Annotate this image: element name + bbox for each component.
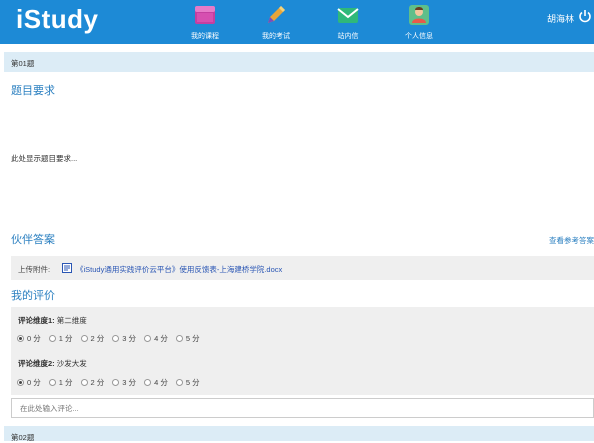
question-band: 第01题 [4,52,594,72]
score-label: 1 分 [58,334,73,343]
score-label: 5 分 [185,378,200,387]
dimension-name: 沙发大发 [56,359,87,368]
score-option[interactable]: 2 分 [80,377,105,388]
score-option[interactable]: 4 分 [144,333,168,344]
requirement-title: 题目要求 [11,85,55,97]
radio[interactable] [48,379,56,386]
radio-selected[interactable] [17,379,24,386]
score-option[interactable]: 0 分 [17,333,41,344]
radio[interactable] [144,335,152,342]
radio[interactable] [48,335,56,342]
view-reference-answer-link[interactable]: 查看参考答案 [549,235,594,246]
nav-label: 个人信息 [405,33,433,40]
nav-label: 我的考试 [262,33,290,40]
dimension-name: 第二维度 [56,316,87,325]
radio[interactable] [80,335,88,342]
attachment-label: 上传附件: [18,265,51,274]
score-option[interactable]: 5 分 [175,377,200,388]
radio[interactable] [144,379,152,386]
radio[interactable] [175,379,183,386]
radio[interactable] [112,379,120,386]
dimension-1-options: 0 分 1 分 2 分 3 分 4 分 5 分 [17,333,208,344]
score-option[interactable]: 0 分 [17,377,41,388]
dimension-1-title: 评论维度1: 第二维度 [18,315,87,326]
word-doc-icon [62,263,72,273]
partner-answer-title: 伙伴答案 [11,234,55,246]
power-icon[interactable] [578,9,592,23]
comment-input[interactable] [11,398,594,418]
folder-icon [195,6,215,24]
requirement-text: 此处显示题目要求... [11,154,78,163]
nav-my-exams[interactable]: 我的考试 [246,3,306,41]
nav-label: 站内信 [337,33,359,40]
radio-selected[interactable] [17,335,24,342]
score-label: 3 分 [122,334,137,343]
attachment-file-link[interactable]: 《iStudy通用实践评价云平台》使用反馈表-上海建桥学院.docx [76,264,282,275]
my-evaluation-title: 我的评价 [11,290,55,302]
app-logo[interactable]: iStudy [16,4,98,35]
radio[interactable] [175,335,183,342]
username[interactable]: 胡海林 [547,12,574,25]
score-label: 5 分 [185,334,200,343]
dimension-2-title: 评论维度2: 沙发大发 [18,358,87,369]
score-label: 2 分 [90,378,105,387]
dimension-label: 评论维度2: [18,359,55,368]
user-icon [409,5,429,25]
score-label: 4 分 [154,334,168,343]
score-label: 0 分 [27,334,41,343]
score-option[interactable]: 5 分 [175,333,200,344]
radio[interactable] [112,335,120,342]
pencil-icon [268,6,285,23]
score-label: 3 分 [122,378,137,387]
nav-label: 我的课程 [191,33,219,40]
score-option[interactable]: 1 分 [48,377,73,388]
evaluation-box: 评论维度1: 第二维度 0 分 1 分 2 分 3 分 4 分 5 分 评论维度… [11,307,594,395]
score-option[interactable]: 3 分 [112,333,136,344]
nav-messages[interactable]: 站内信 [318,3,378,41]
question-band: 第02题 [4,426,594,442]
score-label: 4 分 [154,378,168,387]
dimension-label: 评论维度1: [18,316,55,325]
score-label: 2 分 [90,334,105,343]
score-label: 0 分 [27,378,41,387]
score-label: 1 分 [58,378,73,387]
top-header: iStudy 我的课程 我的考试 站内信 个人信息 胡海林 [0,0,594,44]
mail-icon [337,8,359,23]
score-option[interactable]: 3 分 [112,377,136,388]
score-option[interactable]: 2 分 [80,333,105,344]
nav-profile[interactable]: 个人信息 [389,3,449,41]
dimension-2-options: 0 分 1 分 2 分 3 分 4 分 5 分 [17,377,208,388]
score-option[interactable]: 4 分 [144,377,168,388]
score-option[interactable]: 1 分 [48,333,73,344]
nav-my-courses[interactable]: 我的课程 [175,3,235,41]
radio[interactable] [80,379,88,386]
attachment-box: 上传附件: 《iStudy通用实践评价云平台》使用反馈表-上海建桥学院.docx [11,256,594,280]
